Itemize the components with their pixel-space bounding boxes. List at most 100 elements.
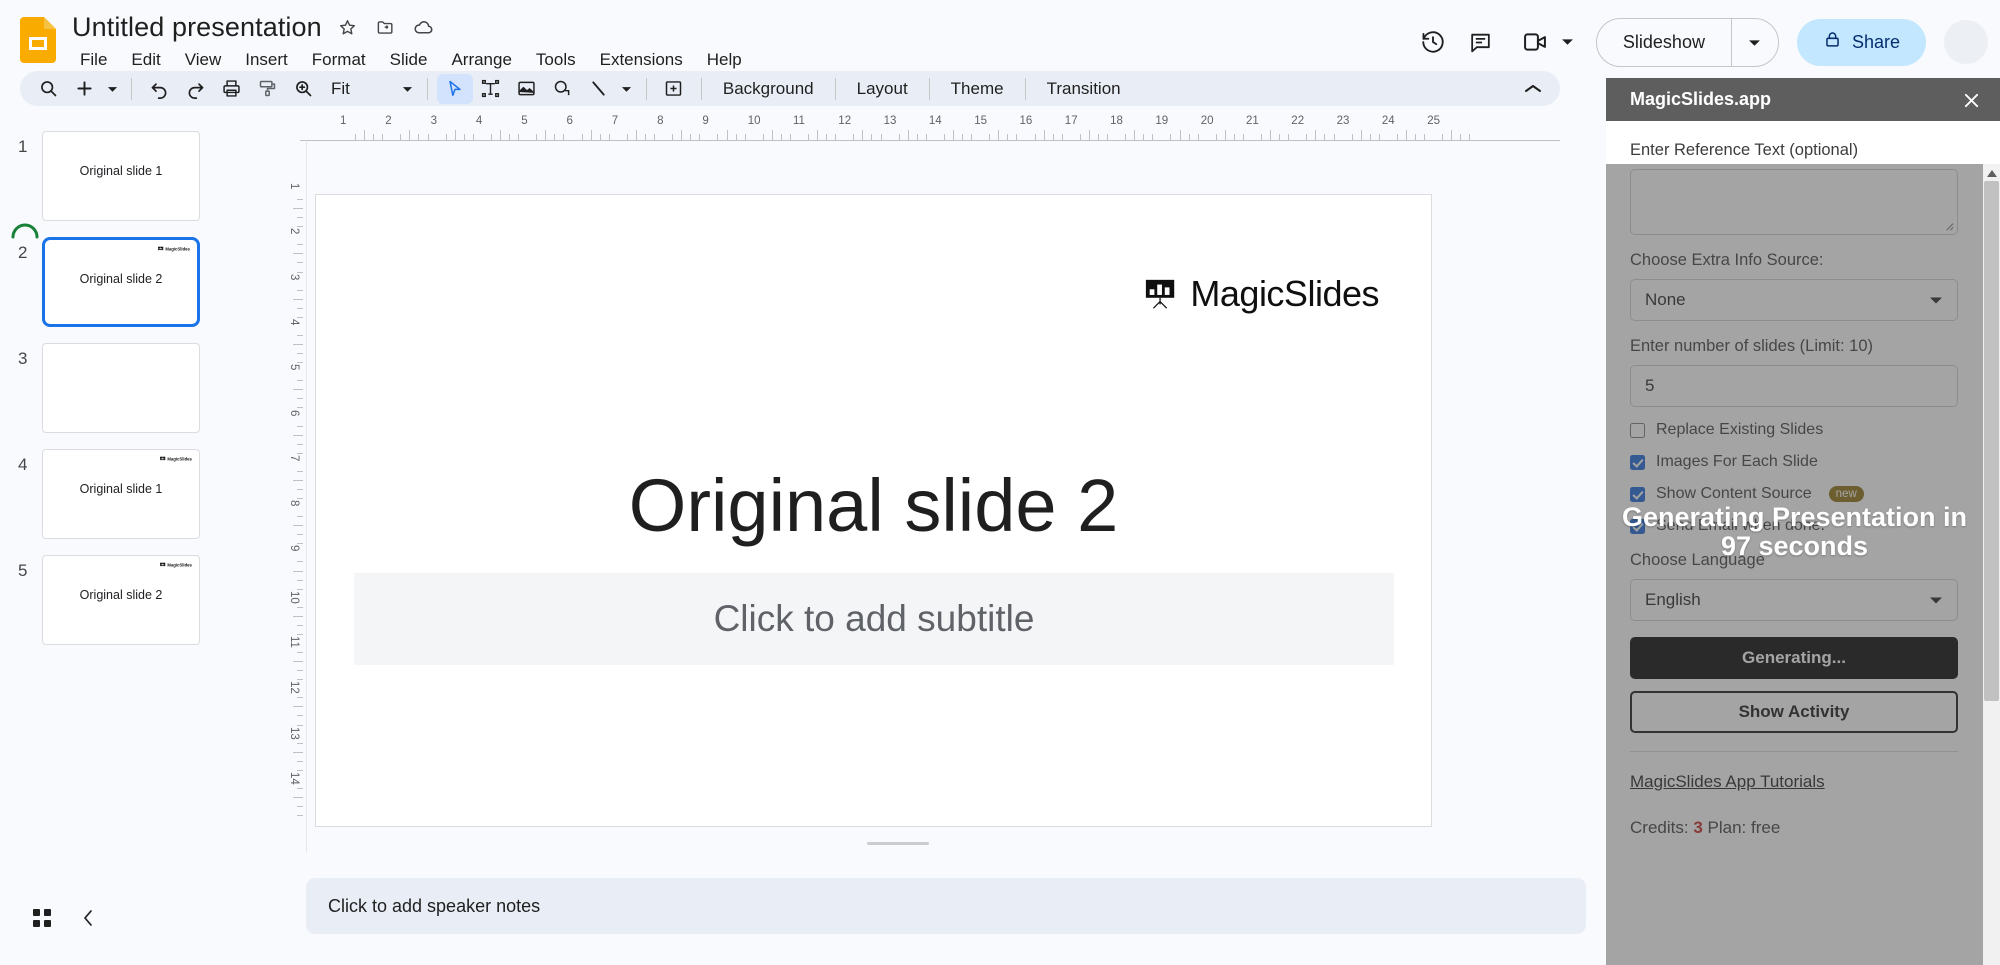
zoom-icon[interactable] bbox=[285, 74, 321, 104]
line-icon[interactable] bbox=[581, 74, 617, 104]
google-slides-logo[interactable] bbox=[20, 17, 56, 63]
menu-bar: File Edit View Insert Format Slide Arran… bbox=[72, 48, 754, 72]
slide-thumbnail[interactable]: MagicSlides Original slide 1 bbox=[42, 449, 200, 539]
background-button[interactable]: Background bbox=[711, 76, 826, 102]
show-activity-button[interactable]: Show Activity bbox=[1630, 691, 1958, 733]
slide-title-text[interactable]: Original slide 2 bbox=[316, 463, 1431, 548]
scroll-up-icon[interactable] bbox=[1985, 167, 1998, 180]
theme-button[interactable]: Theme bbox=[939, 76, 1016, 102]
speaker-notes-box[interactable]: Click to add speaker notes bbox=[306, 878, 1586, 934]
shape-icon[interactable] bbox=[545, 74, 581, 104]
paint-format-icon[interactable] bbox=[249, 74, 285, 104]
checkbox-send-email-when-done[interactable] bbox=[1630, 519, 1645, 534]
tutorials-link[interactable]: MagicSlides App Tutorials bbox=[1630, 772, 1825, 792]
move-to-folder-icon[interactable] bbox=[374, 16, 398, 40]
collapse-toolbar-icon[interactable] bbox=[1516, 74, 1550, 104]
transition-button[interactable]: Transition bbox=[1035, 76, 1133, 102]
grid-view-icon[interactable] bbox=[22, 898, 62, 938]
slide-thumbnail[interactable]: Original slide 1 bbox=[42, 131, 200, 221]
slide-thumbnail-title: Original slide 1 bbox=[43, 164, 199, 178]
select-cursor-icon[interactable] bbox=[437, 74, 473, 104]
menu-view[interactable]: View bbox=[173, 48, 234, 72]
undo-icon[interactable] bbox=[141, 74, 177, 104]
magicslides-sidebar: MagicSlides.app Enter Reference Text (op… bbox=[1606, 78, 2000, 965]
sidebar-title: MagicSlides.app bbox=[1630, 89, 1771, 110]
ruler-tick bbox=[297, 561, 303, 562]
line-chevron-down-icon[interactable] bbox=[617, 74, 637, 104]
menu-edit[interactable]: Edit bbox=[119, 48, 172, 72]
checkbox-images-for-each-slide[interactable] bbox=[1630, 455, 1645, 470]
slide-filmstrip[interactable]: 1 Original slide 1 2 MagicSlides Origina… bbox=[0, 113, 214, 693]
checkbox-show-content-source[interactable] bbox=[1630, 487, 1645, 502]
menu-arrange[interactable]: Arrange bbox=[439, 48, 523, 72]
ruler-tick bbox=[297, 580, 303, 581]
ruler-tick bbox=[636, 130, 637, 140]
subtitle-placeholder-box[interactable]: Click to add subtitle bbox=[354, 573, 1394, 665]
ruler-tick bbox=[297, 471, 303, 472]
checkbox-row-send-email-when-done[interactable]: Send Email when done. bbox=[1630, 517, 1958, 535]
insert-image-icon[interactable] bbox=[509, 74, 545, 104]
ruler-tick-label: 21 bbox=[1246, 115, 1259, 127]
slideshow-button[interactable]: Slideshow bbox=[1597, 19, 1731, 66]
comment-icon[interactable] bbox=[1457, 18, 1505, 66]
ruler-tick bbox=[297, 652, 303, 653]
insert-table-icon[interactable] bbox=[656, 74, 692, 104]
magicslides-logo: MagicSlides bbox=[1144, 273, 1379, 315]
redo-icon[interactable] bbox=[177, 74, 213, 104]
new-slide-chevron-down-icon[interactable] bbox=[102, 74, 122, 104]
ruler-tick bbox=[817, 130, 818, 140]
print-icon[interactable] bbox=[213, 74, 249, 104]
ruler-tick bbox=[297, 725, 303, 726]
extra-info-source-select[interactable]: None bbox=[1630, 279, 1958, 321]
ruler-tick-label: 10 bbox=[288, 591, 300, 604]
current-slide[interactable]: MagicSlides Original slide 2 Click to ad… bbox=[315, 194, 1432, 827]
checkbox-row-images-for-each-slide[interactable]: Images For Each Slide bbox=[1630, 453, 1958, 471]
generate-button[interactable]: Generating... bbox=[1630, 637, 1958, 679]
text-box-icon[interactable] bbox=[473, 74, 509, 104]
sidebar-scrollbar-thumb[interactable] bbox=[1984, 181, 1999, 701]
menu-tools[interactable]: Tools bbox=[524, 48, 588, 72]
slide-thumbnail-active[interactable]: MagicSlides Original slide 2 bbox=[42, 237, 200, 327]
list-item[interactable]: 4 MagicSlides Original slide 1 bbox=[0, 445, 214, 551]
zoom-level-value[interactable]: Fit bbox=[321, 79, 360, 99]
list-item[interactable]: 3 bbox=[0, 339, 214, 445]
new-slide-icon[interactable] bbox=[66, 74, 102, 104]
search-icon[interactable] bbox=[30, 74, 66, 104]
menu-insert[interactable]: Insert bbox=[233, 48, 300, 72]
menu-format[interactable]: Format bbox=[300, 48, 378, 72]
meet-button[interactable] bbox=[1511, 18, 1574, 66]
share-button[interactable]: Share bbox=[1797, 19, 1926, 66]
avatar[interactable] bbox=[1944, 20, 1988, 64]
ruler-tick bbox=[409, 130, 410, 140]
ruler-tick-label: 4 bbox=[476, 115, 482, 127]
close-icon[interactable] bbox=[1956, 85, 1986, 115]
page-title[interactable]: Untitled presentation bbox=[72, 12, 322, 43]
slideshow-chevron-down-icon[interactable] bbox=[1732, 19, 1778, 66]
checkbox-replace-existing-slides[interactable] bbox=[1630, 423, 1645, 438]
list-item[interactable]: 2 MagicSlides Original slide 2 bbox=[0, 233, 214, 339]
list-item[interactable]: 1 Original slide 1 bbox=[0, 127, 214, 233]
menu-slide[interactable]: Slide bbox=[378, 48, 440, 72]
magicslides-watermark-icon: MagicSlides bbox=[160, 562, 192, 568]
chevron-left-icon[interactable] bbox=[68, 898, 108, 938]
menu-file[interactable]: File bbox=[72, 48, 119, 72]
checkbox-row-show-content-source[interactable]: Show Content Source new bbox=[1630, 485, 1958, 503]
menu-help[interactable]: Help bbox=[695, 48, 754, 72]
reference-text-input[interactable] bbox=[1630, 169, 1958, 235]
checkbox-row-replace-existing-slides[interactable]: Replace Existing Slides bbox=[1630, 421, 1958, 439]
slide-thumbnail[interactable] bbox=[42, 343, 200, 433]
language-select[interactable]: English bbox=[1630, 579, 1958, 621]
zoom-chevron-down-icon[interactable] bbox=[398, 74, 418, 104]
cloud-saved-icon[interactable] bbox=[412, 16, 436, 40]
list-item[interactable]: 5 MagicSlides Original slide 2 bbox=[0, 551, 214, 657]
star-icon[interactable] bbox=[336, 16, 360, 40]
layout-button[interactable]: Layout bbox=[845, 76, 920, 102]
slide-thumbnail[interactable]: MagicSlides Original slide 2 bbox=[42, 555, 200, 645]
version-history-icon[interactable] bbox=[1409, 18, 1457, 66]
sidebar-header: MagicSlides.app bbox=[1606, 78, 2000, 121]
notes-resize-handle[interactable] bbox=[867, 842, 929, 845]
slides-count-input[interactable]: 5 bbox=[1630, 365, 1958, 407]
menu-extensions[interactable]: Extensions bbox=[588, 48, 695, 72]
ruler-tick bbox=[293, 706, 303, 707]
ruler-tick bbox=[297, 217, 303, 218]
